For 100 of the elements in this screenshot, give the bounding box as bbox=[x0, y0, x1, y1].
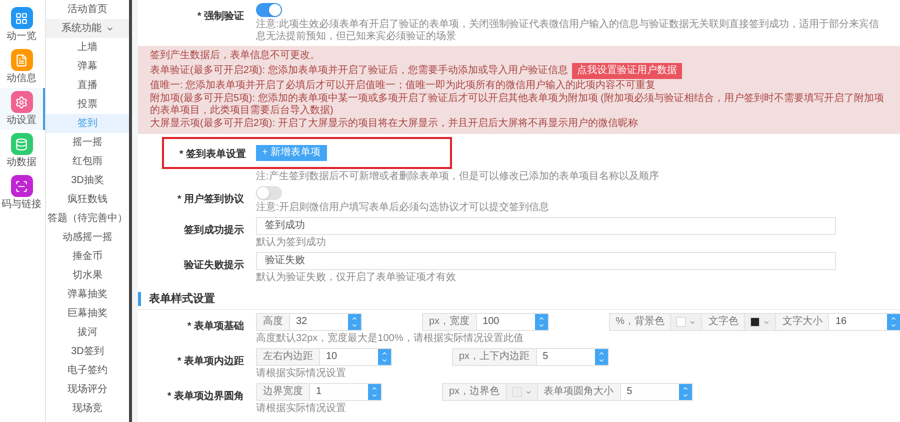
alert-text: 表单验证(最多可开启2项): 您添加表单项并开启了验证后，您需要手动添加或导入用户验证信息 bbox=[150, 65, 568, 77]
number-field[interactable]: 32 bbox=[290, 314, 348, 330]
nav-item[interactable]: 3D抽奖 bbox=[46, 171, 129, 190]
spin-button[interactable] bbox=[534, 314, 548, 330]
color-picker[interactable] bbox=[745, 314, 776, 330]
color-picker[interactable] bbox=[506, 384, 538, 400]
toggle-switch[interactable] bbox=[256, 186, 282, 200]
section-title: 表单样式设置 bbox=[138, 292, 215, 306]
chevron-up-icon bbox=[538, 315, 545, 322]
input-addon: 文字大小 bbox=[776, 314, 830, 330]
nav-item[interactable]: 上墙 bbox=[46, 38, 129, 57]
input-addon: 表单项圆角大小 bbox=[538, 384, 621, 400]
field-label: * 签到表单设置 bbox=[179, 149, 246, 160]
input-addon: px，宽度 bbox=[423, 314, 477, 330]
chevron-down-icon bbox=[371, 392, 378, 399]
number-field[interactable]: 100 bbox=[476, 314, 535, 330]
rail-item[interactable]: 码与链接 bbox=[0, 172, 45, 214]
rail-item[interactable]: 动数据 bbox=[0, 130, 45, 172]
field-label: * 表单项边界圆角 bbox=[167, 391, 244, 402]
spin-button[interactable] bbox=[378, 349, 391, 365]
number-field[interactable]: 16 bbox=[829, 314, 888, 330]
number-field[interactable]: 1 bbox=[310, 384, 368, 400]
set-verify-data-button[interactable]: 点我设置验证用户数据 bbox=[572, 63, 682, 79]
nav-item[interactable]: 直播 bbox=[46, 76, 129, 95]
nav-item[interactable]: 3D签到 bbox=[46, 342, 129, 361]
rail-label: 动设置 bbox=[6, 115, 36, 127]
caret-icon bbox=[689, 318, 696, 326]
rail-item[interactable]: 动设置 bbox=[0, 88, 45, 130]
nav-item[interactable]: 答题（待完善中） bbox=[46, 209, 129, 228]
hint-text: 请根据实际情况设置 bbox=[256, 403, 347, 415]
nav-item[interactable]: 摇一摇 bbox=[46, 133, 129, 152]
number-field[interactable]: 5 bbox=[620, 384, 679, 400]
input-addon: 高度 bbox=[257, 314, 290, 330]
nav-item[interactable]: 投票 bbox=[46, 95, 129, 114]
input-addon: px，边界色 bbox=[443, 384, 507, 400]
hint-text: 请根据实际情况设置 bbox=[256, 368, 347, 380]
spin-button[interactable] bbox=[887, 314, 900, 330]
alert-text: 签到产生数据后，表单信息不可更改。 bbox=[150, 50, 320, 62]
input-addon: 文字色 bbox=[702, 314, 746, 330]
hint-text: 注意:开启则微信用户填写表单后必须勾选协议才可以提交签到信息 bbox=[256, 202, 550, 214]
spin-button[interactable] bbox=[348, 314, 361, 330]
input-addon: 边界宽度 bbox=[257, 384, 310, 400]
toggle-switch[interactable] bbox=[256, 3, 282, 17]
field-label: * 表单项基础 bbox=[187, 321, 244, 332]
nav-item[interactable]: 捶金币 bbox=[46, 247, 129, 266]
number-field[interactable]: 10 bbox=[320, 349, 378, 365]
field-label: * 表单项内边距 bbox=[177, 356, 244, 367]
text-field[interactable]: 签到成功 bbox=[256, 217, 836, 235]
rail-item[interactable]: 动信息 bbox=[0, 46, 45, 88]
chevron-down-icon bbox=[682, 392, 689, 399]
nav-item[interactable]: 切水果 bbox=[46, 266, 129, 285]
rail-label: 动数据 bbox=[6, 157, 36, 169]
chevron-down-icon bbox=[381, 357, 388, 364]
spin-button[interactable] bbox=[594, 349, 608, 365]
alert-text: 附加项(最多可开启5项): 您添加的表单项中某一项或多项开启了验证后才可以开启其他表单项为附加项 (附加项必须与验证相结合，用户签到时不需要填写开启了附加项的表单项目，此类项目需要后台导入数据) bbox=[150, 93, 885, 117]
nav-item[interactable]: 现场评分 bbox=[46, 380, 129, 399]
nav-item[interactable]: 动感摇一摇 bbox=[46, 228, 129, 247]
chevron-up-icon bbox=[381, 350, 388, 357]
nav-item[interactable]: 弹幕抽奖 bbox=[46, 285, 129, 304]
color-picker[interactable] bbox=[671, 314, 702, 330]
hint-text: 默认为验证失败，仅开启了表单验证项才有效 bbox=[256, 272, 457, 284]
input-addon: px，上下内边距 bbox=[453, 349, 537, 365]
rail-item[interactable]: 动一览 bbox=[0, 4, 45, 46]
rail-label: 动信息 bbox=[6, 73, 36, 85]
field-label: * 强制验证 bbox=[197, 11, 244, 22]
number-field[interactable]: 5 bbox=[536, 349, 595, 365]
alert-text: 大屏显示项(最多可开启2项): 开启了大屏显示的项目将在大屏显示，并且开启后大屏将不再显示用户的微信昵称 bbox=[150, 118, 638, 130]
chevron-down-icon bbox=[890, 322, 898, 329]
nav-item[interactable]: 疯狂数钱 bbox=[46, 190, 129, 209]
nav-item[interactable]: 弹幕 bbox=[46, 57, 129, 76]
rail-label: 动一览 bbox=[6, 31, 36, 43]
field-label: 验证失败提示 bbox=[184, 260, 244, 271]
chevron-up-icon bbox=[890, 315, 898, 322]
chevron-down-icon bbox=[351, 322, 358, 329]
nav-item[interactable]: 巨幕抽奖 bbox=[46, 304, 129, 323]
chevron-up-icon bbox=[682, 385, 689, 392]
hint-text: 注:产生签到数据后不可新增或者删除表单项，但是可以修改已添加的表单项目名称以及顺序 bbox=[256, 171, 660, 183]
input-addon: 左右内边距 bbox=[257, 349, 320, 365]
caret-icon bbox=[763, 318, 770, 326]
caret-icon bbox=[524, 388, 532, 396]
nav-item[interactable]: 活动首页 bbox=[46, 0, 129, 19]
text-field[interactable]: 验证失败 bbox=[256, 252, 836, 270]
field-label: 签到成功提示 bbox=[184, 225, 244, 236]
hint-text: 注意:此项生效必须表单有开启了验证的表单项，关闭强制验证代表微信用户输入的信息与验证数据无关联则直接签到成功，适用于部分来宾信息无法提前预知，但已知来宾必须验证的场景 bbox=[256, 19, 880, 43]
nav-item[interactable]: 红包雨 bbox=[46, 152, 129, 171]
nav-item[interactable]: 现场竞 bbox=[46, 399, 129, 418]
spin-button[interactable] bbox=[678, 384, 692, 400]
input-addon: %，背景色 bbox=[610, 314, 672, 330]
spin-button[interactable] bbox=[368, 384, 381, 400]
chevron-down-icon bbox=[538, 322, 545, 329]
rail-label: 码与链接 bbox=[2, 199, 42, 211]
field-label: * 用户签到协议 bbox=[177, 194, 244, 205]
chevron-up-icon bbox=[351, 315, 358, 322]
chevron-down-icon bbox=[598, 357, 605, 364]
nav-item[interactable]: 系统功能 bbox=[46, 19, 129, 38]
hint-text: 默认为签到成功 bbox=[256, 237, 327, 249]
nav-item[interactable]: 电子签约 bbox=[46, 361, 129, 380]
nav-item[interactable]: 拔河 bbox=[46, 323, 129, 342]
chevron-up-icon bbox=[598, 350, 605, 357]
alert-text: 值唯一: 您添加表单项并开启了必填后才可以开启值唯一；值唯一即为此项所有的微信用户输入的此项内容不可重复 bbox=[150, 80, 656, 92]
